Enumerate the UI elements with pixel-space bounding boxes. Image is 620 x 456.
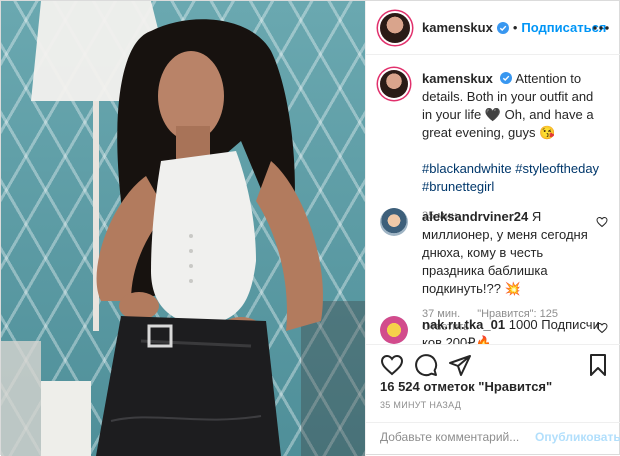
post-side-panel: kamenskux • Подписаться kamenskux Attent… — [365, 1, 620, 456]
verified-badge-icon — [496, 21, 509, 34]
comment-input[interactable] — [380, 430, 535, 444]
caption-hashtags[interactable]: #blackandwhite #styleoftheday #brunetteg… — [422, 160, 604, 196]
author-username[interactable]: kamenskux — [422, 20, 493, 35]
author-avatar[interactable] — [380, 12, 410, 43]
verified-badge-icon — [500, 72, 513, 84]
caption-username[interactable]: kamenskux — [422, 71, 493, 86]
header-separator: • — [512, 20, 518, 35]
comments-list: kamenskux Attention to details. Both in … — [366, 56, 620, 344]
comment-icon[interactable] — [414, 353, 438, 377]
comment-item: nak.ru.tka_01 1000 Подписчи ков 200₽🔥 — [380, 316, 604, 344]
action-buttons — [380, 353, 610, 377]
post-actions-section: 16 524 отметок "Нравится" 35 минут назад… — [366, 344, 620, 450]
caption-body: kamenskux Attention to details. Both in … — [422, 70, 604, 223]
paper-plane-icon[interactable] — [448, 353, 472, 377]
likes-count[interactable]: 16 524 отметок "Нравится" — [380, 379, 552, 394]
commenter-avatar[interactable] — [380, 316, 408, 344]
photo-illustration — [1, 1, 365, 456]
post-header: kamenskux • Подписаться — [366, 1, 620, 55]
add-comment-bar: Опубликовать — [366, 422, 620, 451]
caption-entry: kamenskux Attention to details. Both in … — [380, 70, 604, 223]
instagram-post: kamenskux • Подписаться kamenskux Attent… — [0, 0, 620, 456]
comment-username[interactable]: aleksandrviner24 — [422, 209, 528, 224]
comment-like-icon[interactable] — [596, 322, 608, 334]
more-icon[interactable] — [590, 19, 612, 37]
publish-button[interactable]: Опубликовать — [535, 430, 620, 444]
caption-avatar[interactable] — [380, 70, 408, 98]
posted-time: 35 минут назад — [380, 400, 462, 410]
comment-like-icon[interactable] — [596, 216, 608, 228]
comment-body: nak.ru.tka_01 1000 Подписчи ков 200₽🔥 — [422, 316, 604, 344]
post-photo[interactable] — [1, 1, 365, 456]
comment-username[interactable]: nak.ru.tka_01 — [422, 317, 505, 332]
commenter-avatar[interactable] — [380, 208, 408, 236]
bookmark-icon[interactable] — [586, 353, 610, 377]
heart-icon[interactable] — [380, 353, 404, 377]
